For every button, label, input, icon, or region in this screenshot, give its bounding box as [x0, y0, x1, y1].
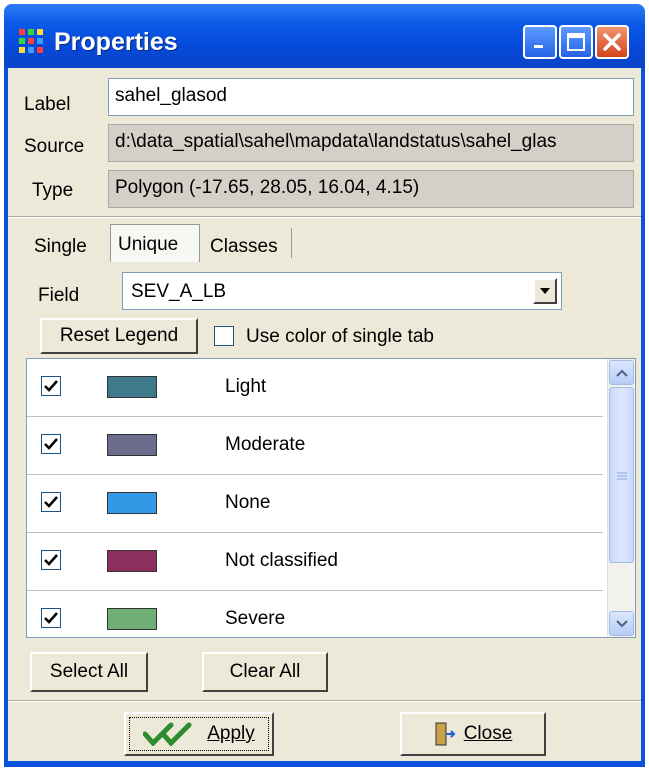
window-title: Properties	[54, 28, 178, 56]
checkmark-icon	[44, 380, 58, 392]
type-field: Polygon (-17.65, 28.05, 16.04, 4.15)	[108, 170, 634, 208]
use-color-label: Use color of single tab	[246, 326, 434, 347]
legend-row-checkbox[interactable]	[41, 434, 61, 454]
legend-list[interactable]: Severe Not classified None Moderate Light	[26, 358, 636, 638]
checkmark-icon	[44, 612, 58, 624]
source-field: d:\data_spatial\sahel\mapdata\landstatus…	[108, 124, 634, 162]
door-exit-icon	[435, 722, 456, 746]
legend-row[interactable]: Not classified	[27, 533, 603, 591]
label-input[interactable]: sahel_glasod	[108, 78, 634, 116]
tab-classes[interactable]: Classes	[210, 236, 278, 258]
chevron-up-icon	[615, 369, 628, 377]
close-label: Close	[463, 723, 513, 744]
legend-row[interactable]: None	[27, 475, 603, 533]
close-icon	[603, 33, 621, 51]
legend-row-color-swatch[interactable]	[107, 434, 157, 456]
legend-row-label: Severe	[225, 608, 286, 629]
source-caption: Source	[24, 136, 85, 157]
legend-row-label: Light	[225, 376, 267, 397]
divider	[8, 216, 641, 218]
legend-row-color-swatch[interactable]	[107, 550, 157, 572]
legend-row-checkbox[interactable]	[41, 492, 61, 512]
maximize-button[interactable]	[559, 25, 593, 59]
minimize-button[interactable]	[523, 25, 557, 59]
legend-row-checkbox[interactable]	[41, 608, 61, 628]
field-select[interactable]: SEV_A_LB	[122, 272, 562, 310]
minimize-icon	[534, 45, 543, 48]
type-caption: Type	[32, 180, 74, 201]
close-window-button[interactable]	[595, 25, 629, 59]
checkmark-icon	[44, 554, 58, 566]
apply-button[interactable]: Apply	[124, 712, 274, 756]
footer-divider	[8, 700, 641, 702]
label-caption: Label	[24, 94, 71, 115]
checkmark-icon	[44, 438, 58, 450]
scroll-up-button[interactable]	[609, 360, 634, 385]
app-icon	[19, 29, 43, 53]
checkmark-icon	[44, 496, 58, 508]
tab-single[interactable]: Single	[34, 236, 87, 258]
field-select-dropdown-button[interactable]	[533, 278, 557, 304]
scroll-down-button[interactable]	[609, 611, 634, 636]
field-caption: Field	[38, 285, 80, 306]
title-bar[interactable]: Properties	[4, 4, 645, 68]
legend-row-color-swatch[interactable]	[107, 608, 157, 630]
use-color-checkbox[interactable]	[214, 326, 234, 346]
legend-row-label: None	[225, 492, 271, 513]
field-select-value: SEV_A_LB	[131, 281, 227, 302]
clear-all-button[interactable]: Clear All	[202, 652, 328, 692]
legend-scrollbar[interactable]	[607, 359, 635, 637]
legend-row-label: Moderate	[225, 434, 306, 455]
legend-row-color-swatch[interactable]	[107, 376, 157, 398]
scroll-thumb[interactable]	[609, 387, 634, 563]
select-all-button[interactable]: Select All	[30, 652, 148, 692]
apply-label: Apply	[207, 723, 255, 744]
legend-row-color-swatch[interactable]	[107, 492, 157, 514]
double-check-icon	[143, 722, 192, 746]
maximize-icon	[567, 33, 585, 51]
legend-row[interactable]: Severe	[27, 591, 603, 637]
legend-row-label: Not classified	[225, 550, 338, 571]
tab-edge	[291, 228, 292, 258]
close-button[interactable]: Close	[400, 712, 546, 756]
reset-legend-button[interactable]: Reset Legend	[40, 318, 198, 354]
chevron-down-icon	[615, 619, 628, 627]
legend-row[interactable]: Moderate	[27, 417, 603, 475]
grip-icon	[617, 472, 627, 480]
legend-row-checkbox[interactable]	[41, 550, 61, 570]
properties-window: Properties Label sahel_glasod Source d:\…	[4, 4, 645, 767]
chevron-down-icon	[540, 288, 550, 294]
legend-row-checkbox[interactable]	[41, 376, 61, 396]
legend-row[interactable]: Light	[27, 359, 603, 417]
tab-unique[interactable]: Unique	[118, 234, 178, 256]
dialog-body: Label sahel_glasod Source d:\data_spatia…	[8, 68, 641, 761]
